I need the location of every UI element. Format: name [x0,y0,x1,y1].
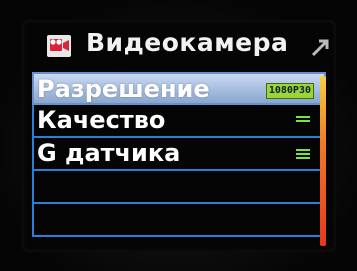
page-title: Видеокамера [86,28,289,57]
menu-item-label: G датчика [37,139,181,167]
resolution-value-badge: 1080P30 [265,83,314,99]
menu-item-empty[interactable] [32,171,326,204]
video-camera-icon [47,35,71,57]
menu-item-quality[interactable]: Качество [32,105,326,138]
menu-item-g-sensor[interactable]: G датчика [32,138,326,171]
quality-level-icon [296,116,310,124]
menu-item-resolution[interactable]: Разрешение 1080P30 [32,72,326,105]
menu-item-label: Качество [37,106,166,134]
camera-screen: Видеокамера Разрешение 1080P30 Качество … [22,20,336,252]
back-arrow-icon[interactable] [310,36,332,58]
sensitivity-level-icon [296,149,310,161]
menu-item-empty[interactable] [32,204,326,237]
menu-header: Видеокамера [22,26,336,66]
menu-item-label: Разрешение [37,75,210,103]
settings-menu: Разрешение 1080P30 Качество G датчика [32,72,326,237]
scrollbar[interactable] [320,76,326,246]
